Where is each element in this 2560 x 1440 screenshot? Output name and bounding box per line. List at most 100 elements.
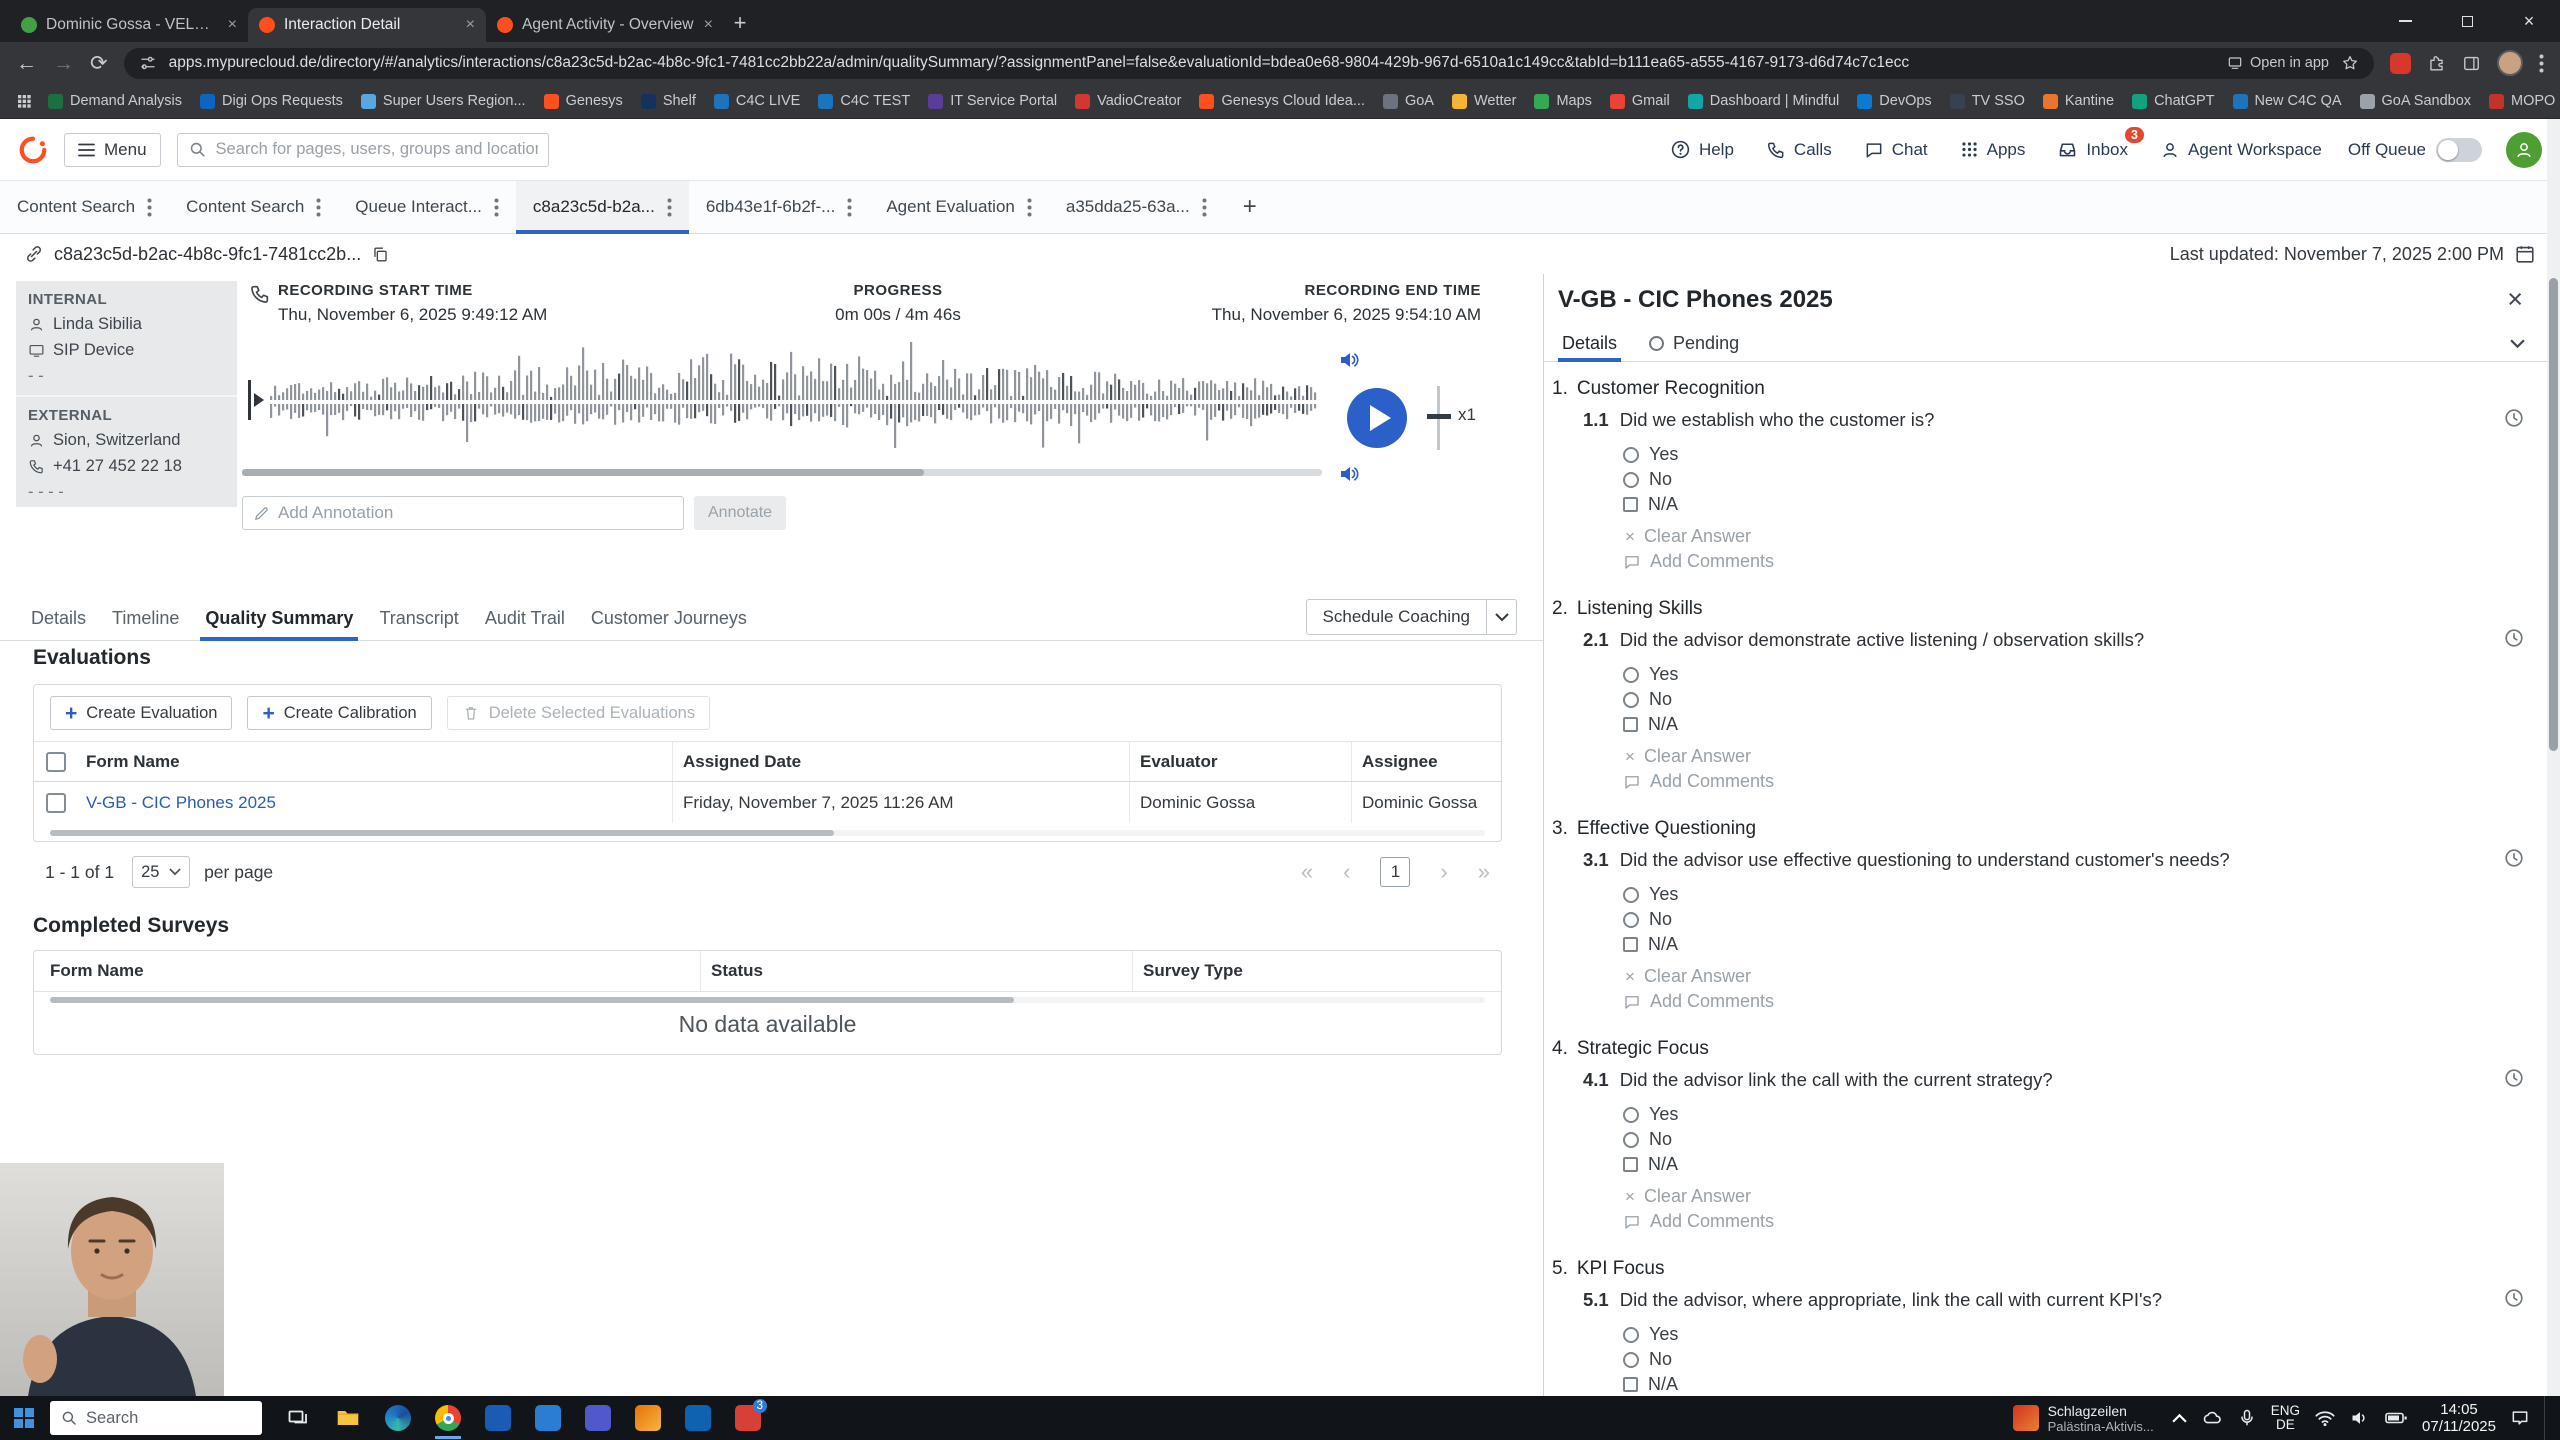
row-checkbox[interactable] bbox=[34, 782, 86, 823]
detail-tab-customer-journeys[interactable]: Customer Journeys bbox=[578, 596, 760, 640]
user-avatar[interactable] bbox=[2506, 131, 2542, 168]
header-apps-button[interactable]: Apps bbox=[1960, 140, 2025, 160]
tab-menu-icon[interactable] bbox=[316, 198, 321, 217]
create-calibration-button[interactable]: + Create Calibration bbox=[247, 696, 432, 730]
audio-waveform[interactable] bbox=[248, 336, 1322, 470]
page-scrollbar[interactable] bbox=[2547, 119, 2560, 1396]
waveform-scrollbar[interactable] bbox=[242, 469, 1322, 476]
table-row[interactable]: V-GB - CIC Phones 2025 Friday, November 7… bbox=[34, 782, 1501, 823]
question-history-icon[interactable] bbox=[2503, 847, 2525, 869]
schedule-coaching-chevron[interactable] bbox=[1487, 599, 1517, 635]
checkbox-icon[interactable] bbox=[1623, 937, 1638, 952]
option-no[interactable]: No bbox=[1623, 909, 2547, 930]
checkbox-icon[interactable] bbox=[1623, 497, 1638, 512]
option-n-a[interactable]: N/A bbox=[1623, 1374, 2547, 1395]
collapse-chevron-icon[interactable] bbox=[2510, 326, 2525, 361]
add-comments-button[interactable]: Add Comments bbox=[1544, 991, 2547, 1012]
radio-icon[interactable] bbox=[1623, 911, 1639, 928]
tab-details[interactable]: Details bbox=[1558, 326, 1622, 362]
radio-icon[interactable] bbox=[1623, 666, 1639, 683]
new-tab-button[interactable]: + bbox=[724, 7, 756, 39]
bookmark-item[interactable]: Genesys Cloud Idea... bbox=[1191, 90, 1372, 112]
bookmark-item[interactable]: DevOps bbox=[1849, 90, 1939, 112]
detail-tab-quality-summary[interactable]: Quality Summary bbox=[192, 596, 366, 641]
workspace-tab[interactable]: Queue Interact... bbox=[338, 181, 516, 233]
question-history-icon[interactable] bbox=[2503, 1067, 2525, 1089]
header-chat-button[interactable]: Chat bbox=[1864, 140, 1928, 160]
delete-selected-button[interactable]: Delete Selected Evaluations bbox=[446, 696, 711, 730]
bookmark-item[interactable]: Genesys bbox=[536, 90, 631, 112]
window-maximize-button[interactable] bbox=[2436, 0, 2498, 42]
add-comments-button[interactable]: Add Comments bbox=[1544, 771, 2547, 792]
current-page[interactable]: 1 bbox=[1380, 857, 1411, 887]
radio-icon[interactable] bbox=[1623, 691, 1639, 708]
bookmark-star-icon[interactable] bbox=[2341, 54, 2359, 72]
column-header[interactable]: Evaluator bbox=[1129, 742, 1351, 781]
bookmark-item[interactable]: Dashboard | Mindful bbox=[1680, 90, 1848, 112]
option-n-a[interactable]: N/A bbox=[1623, 494, 2547, 515]
reload-icon[interactable]: ⟳ bbox=[90, 53, 108, 74]
bookmark-item[interactable]: Shelf bbox=[633, 90, 704, 112]
table-horizontal-scrollbar[interactable] bbox=[50, 830, 1485, 836]
option-no[interactable]: No bbox=[1623, 689, 2547, 710]
annotation-input[interactable] bbox=[278, 503, 673, 523]
radio-icon[interactable] bbox=[1623, 1351, 1639, 1368]
url-bar[interactable]: apps.mypurecloud.de/directory/#/analytic… bbox=[123, 47, 2374, 79]
queue-toggle[interactable] bbox=[2436, 137, 2482, 162]
page-size-select[interactable]: 25 bbox=[132, 856, 191, 888]
bookmark-item[interactable]: Maps bbox=[1526, 90, 1599, 112]
column-header[interactable]: Form Name bbox=[50, 951, 700, 991]
detail-tab-timeline[interactable]: Timeline bbox=[99, 596, 192, 640]
tab-menu-icon[interactable] bbox=[847, 198, 852, 217]
detail-tab-transcript[interactable]: Transcript bbox=[366, 596, 471, 640]
workspace-tab[interactable]: Content Search bbox=[169, 181, 338, 233]
last-page-icon[interactable]: » bbox=[1478, 859, 1490, 885]
radio-icon[interactable] bbox=[1623, 1131, 1639, 1148]
annotate-button[interactable]: Annotate bbox=[694, 496, 787, 530]
open-in-app-button[interactable]: Open in app bbox=[2227, 55, 2329, 71]
tab-menu-icon[interactable] bbox=[1027, 198, 1032, 217]
window-minimize-button[interactable] bbox=[2374, 0, 2436, 42]
back-icon[interactable]: ← bbox=[16, 53, 37, 74]
taskbar-app-task-view[interactable] bbox=[278, 1396, 318, 1440]
radio-icon[interactable] bbox=[1623, 446, 1639, 463]
global-search[interactable] bbox=[176, 132, 549, 167]
bookmark-item[interactable]: C4C TEST bbox=[810, 90, 918, 112]
microphone-icon[interactable] bbox=[2237, 1408, 2257, 1428]
forward-icon[interactable]: → bbox=[53, 53, 74, 74]
checkbox-icon[interactable] bbox=[1623, 717, 1638, 732]
clear-answer-button[interactable]: × Clear Answer bbox=[1544, 526, 2547, 547]
column-header[interactable]: Assignee bbox=[1351, 742, 1501, 781]
tab-close-icon[interactable]: × bbox=[704, 16, 713, 34]
bookmark-item[interactable]: MOPO bbox=[2481, 90, 2560, 112]
option-yes[interactable]: Yes bbox=[1623, 884, 2547, 905]
language-indicator[interactable]: ENG DE bbox=[2271, 1404, 2300, 1432]
browser-tab[interactable]: Dominic Gossa - VELUX A/S× bbox=[10, 8, 248, 42]
question-history-icon[interactable] bbox=[2503, 627, 2525, 649]
taskbar-app-edge[interactable] bbox=[378, 1396, 418, 1440]
calendar-icon[interactable] bbox=[2514, 243, 2536, 265]
option-no[interactable]: No bbox=[1623, 1129, 2547, 1150]
tab-menu-icon[interactable] bbox=[1202, 198, 1207, 217]
browser-profile-avatar[interactable] bbox=[2497, 50, 2523, 76]
tab-close-icon[interactable]: × bbox=[466, 16, 475, 34]
column-header[interactable]: Status bbox=[700, 951, 1132, 991]
bookmark-item[interactable]: GoA Sandbox bbox=[2352, 90, 2480, 112]
header-inbox-button[interactable]: Inbox 3 bbox=[2057, 127, 2144, 160]
checkbox-icon[interactable] bbox=[1623, 1377, 1638, 1392]
bookmark-item[interactable]: Kantine bbox=[2035, 90, 2122, 112]
taskbar-app-teams[interactable] bbox=[578, 1396, 618, 1440]
workspace-tab[interactable]: 6db43e1f-6b2f-... bbox=[689, 181, 869, 233]
option-yes[interactable]: Yes bbox=[1623, 1104, 2547, 1125]
bookmark-item[interactable]: C4C LIVE bbox=[706, 90, 808, 112]
taskbar-app-mail[interactable]: 3 bbox=[728, 1396, 768, 1440]
global-search-input[interactable] bbox=[215, 140, 538, 159]
option-no[interactable]: No bbox=[1623, 1349, 2547, 1370]
schedule-coaching-button[interactable]: Schedule Coaching bbox=[1305, 599, 1487, 635]
page-scrollbar-thumb[interactable] bbox=[2549, 278, 2558, 751]
radio-icon[interactable] bbox=[1623, 1326, 1639, 1343]
site-info-icon[interactable] bbox=[139, 54, 157, 72]
taskbar-app-chrome[interactable] bbox=[428, 1396, 468, 1440]
option-n-a[interactable]: N/A bbox=[1623, 1154, 2547, 1175]
header-help-button[interactable]: Help bbox=[1670, 139, 1734, 160]
